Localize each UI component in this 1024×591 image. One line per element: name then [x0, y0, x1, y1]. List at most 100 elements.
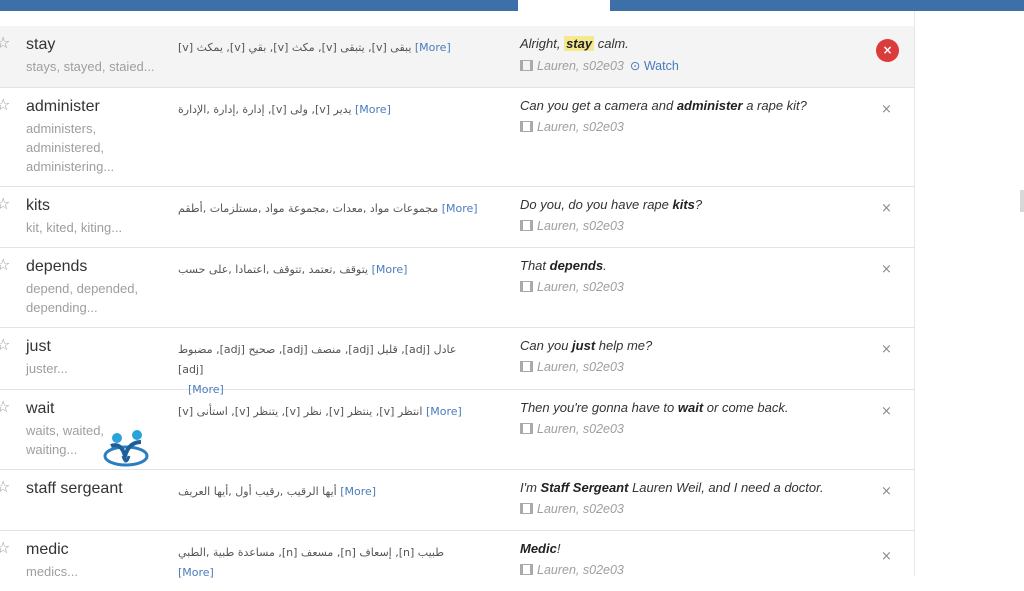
delete-button[interactable]: ×	[881, 262, 892, 277]
word-title[interactable]: kits	[26, 197, 50, 215]
example-pre: Can you get a camera and	[520, 98, 677, 113]
delete-button[interactable]: ×	[881, 484, 892, 499]
word-forms: depend, depended, depending...	[26, 281, 139, 315]
example-pre: Do you, do you have rape	[520, 197, 673, 212]
film-icon	[520, 60, 533, 71]
delete-button[interactable]: ×	[881, 342, 892, 357]
source-text: Lauren, s02e03	[537, 59, 624, 73]
translation: يدير [v], ولى [v], إدارة ,إدارة ,الإدارة…	[178, 100, 478, 120]
source-text: Lauren, s02e03	[537, 219, 624, 233]
more-link[interactable]: [More]	[372, 263, 408, 276]
star-icon[interactable]: ☆	[0, 479, 10, 495]
example-pre: That	[520, 258, 550, 273]
film-icon	[520, 121, 533, 132]
example-post: .	[603, 258, 607, 273]
translation-text: مجموعات مواد ,معدات ,مجموعة مواد ,مستلزم…	[178, 202, 439, 215]
top-nav-bar	[0, 0, 1024, 11]
word-row[interactable]: ☆ just juster... عادل [adj], قليل [adj],…	[0, 328, 914, 396]
watermark-logo-icon	[103, 430, 149, 467]
source-text: Lauren, s02e03	[537, 360, 624, 374]
word-title[interactable]: staff sergeant	[26, 480, 123, 498]
watch-link[interactable]: ⊙ Watch	[630, 59, 679, 73]
translation-text: يتوقف ,تعتمد ,تتوقف ,اعتمادا ,على حسب	[178, 263, 369, 276]
word-forms: stays, stayed, staied...	[26, 59, 155, 74]
word-title[interactable]: medic	[26, 541, 69, 559]
film-icon	[520, 281, 533, 292]
delete-button[interactable]: ×	[876, 39, 899, 62]
translation-text: يدير [v], ولى [v], إدارة ,إدارة ,الإدارة	[178, 103, 352, 116]
example-source: Lauren, s02e03	[520, 219, 624, 233]
example-source: Lauren, s02e03	[520, 120, 624, 134]
word-forms: kit, kited, kiting...	[26, 220, 123, 235]
word-row[interactable]: ☆ administer administers, administered, …	[0, 88, 914, 187]
star-icon[interactable]: ☆	[0, 97, 10, 113]
source-text: Lauren, s02e03	[537, 563, 624, 577]
source-text: Lauren, s02e03	[537, 422, 624, 436]
word-forms: medics...	[26, 564, 79, 579]
more-link[interactable]: [More]	[355, 103, 391, 116]
film-icon	[520, 423, 533, 434]
content-border	[914, 11, 915, 576]
film-icon	[520, 503, 533, 514]
star-icon[interactable]: ☆	[0, 337, 10, 353]
example-word: administer	[676, 98, 743, 113]
delete-button[interactable]: ×	[881, 549, 892, 564]
word-row[interactable]: ☆ staff sergeant أيها الرقيب ,رقيب أول ,…	[0, 470, 914, 531]
word-title[interactable]: just	[26, 338, 51, 356]
example-sentence: Alright, stay calm.	[520, 36, 870, 51]
word-title[interactable]: wait	[26, 400, 54, 418]
star-icon[interactable]: ☆	[0, 257, 10, 273]
delete-button[interactable]: ×	[881, 201, 892, 216]
vocabulary-list: ☆ stay stays, stayed, staied... يبقى [v]…	[0, 26, 914, 591]
film-icon	[520, 361, 533, 372]
example-pre: Can you	[520, 338, 573, 353]
example-sentence: Do you, do you have rape kits?	[520, 197, 870, 212]
example-word: just	[572, 338, 596, 353]
example-sentence: That depends.	[520, 258, 870, 273]
word-row[interactable]: ☆ medic medics... طبيب [n], إسعاف [n], م…	[0, 531, 914, 591]
word-forms: administers, administered, administering…	[26, 121, 115, 174]
star-icon[interactable]: ☆	[0, 35, 10, 51]
example-post: a rape kit?	[742, 98, 807, 113]
more-link[interactable]: [More]	[442, 202, 478, 215]
word-title[interactable]: depends	[26, 258, 87, 276]
translation: أيها الرقيب ,رقيب أول ,أيها العريف [More…	[178, 482, 478, 502]
example-source: Lauren, s02e03	[520, 280, 624, 294]
example-sentence: Can you get a camera and administer a ra…	[520, 98, 870, 113]
more-link[interactable]: [More]	[426, 405, 462, 418]
example-sentence: Medic!	[520, 541, 870, 556]
example-word: Staff Sergeant	[540, 480, 629, 495]
example-source: Lauren, s02e03	[520, 422, 624, 436]
example-word: wait	[677, 400, 704, 415]
active-tab[interactable]	[518, 0, 610, 11]
example-sentence: Then you're gonna have to wait or come b…	[520, 400, 870, 415]
example-source: Lauren, s02e03	[520, 360, 624, 374]
example-source: Lauren, s02e03 ⊙ Watch	[520, 58, 679, 73]
watch-label: Watch	[643, 59, 679, 73]
translation: انتظر [v], ينتظر [v], نظر [v], يتنظر [v]…	[178, 402, 478, 422]
translation: يتوقف ,تعتمد ,تتوقف ,اعتمادا ,على حسب [M…	[178, 260, 478, 280]
example-post: help me?	[595, 338, 653, 353]
star-icon[interactable]: ☆	[0, 196, 10, 212]
word-row[interactable]: ☆ kits kit, kited, kiting... مجموعات موا…	[0, 187, 914, 248]
more-link[interactable]: [More]	[415, 41, 451, 54]
translation-text: يبقى [v], يتبقى [v], مكث [v], بقي [v], ي…	[178, 41, 412, 54]
example-pre: Then you're gonna have to	[520, 400, 678, 415]
example-source: Lauren, s02e03	[520, 502, 624, 516]
more-link[interactable]: [More]	[178, 566, 214, 579]
example-sentence: I'm Staff Sergeant Lauren Weil, and I ne…	[520, 480, 870, 495]
star-icon[interactable]: ☆	[0, 399, 10, 415]
word-title[interactable]: administer	[26, 98, 100, 116]
translation-text: طبيب [n], إسعاف [n], مسعف [n], مساعدة طب…	[178, 546, 444, 559]
film-icon	[520, 220, 533, 231]
more-link[interactable]: [More]	[340, 485, 376, 498]
translation: يبقى [v], يتبقى [v], مكث [v], بقي [v], ي…	[178, 38, 478, 58]
word-row[interactable]: ☆ depends depend, depended, depending...…	[0, 248, 914, 328]
word-row[interactable]: ☆ stay stays, stayed, staied... يبقى [v]…	[0, 26, 914, 88]
scrollbar-thumb[interactable]	[1020, 190, 1024, 212]
delete-button[interactable]: ×	[881, 404, 892, 419]
delete-button[interactable]: ×	[881, 102, 892, 117]
word-title[interactable]: stay	[26, 36, 55, 54]
star-icon[interactable]: ☆	[0, 540, 10, 556]
translation: مجموعات مواد ,معدات ,مجموعة مواد ,مستلزم…	[178, 199, 478, 219]
